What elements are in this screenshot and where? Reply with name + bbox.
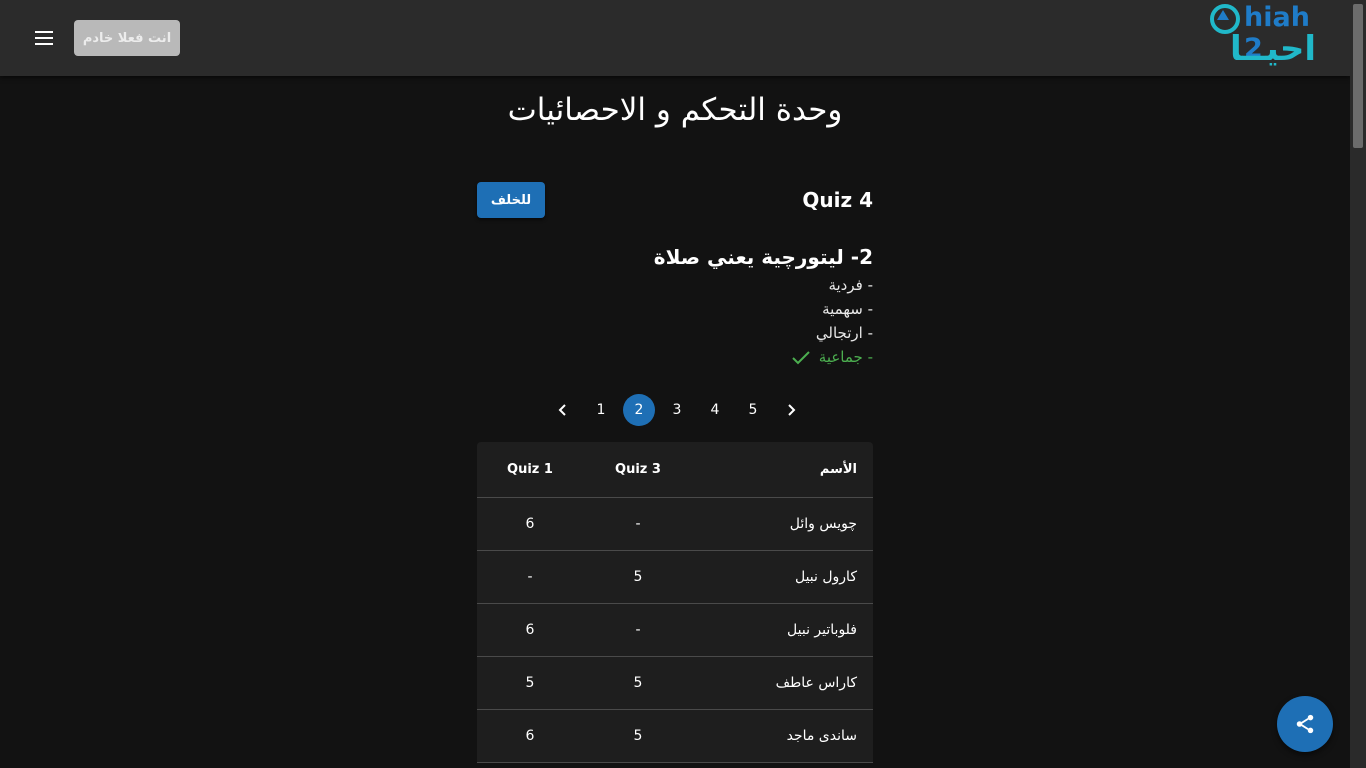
chevron-right-icon[interactable] [775, 394, 807, 426]
cell-quiz-3: 5 [633, 569, 643, 585]
cell-quiz-1: 6 [525, 516, 535, 532]
table-row: كاراس عاطف 5 5 [477, 657, 873, 710]
app-bar: انت فعلا خادم hiah 2 احيــا [0, 0, 1350, 76]
option-2: - سهمية [822, 300, 873, 318]
page-3[interactable]: 3 [661, 394, 693, 426]
cell-name: كارول نبيل [794, 569, 857, 585]
cell-quiz-1: - [527, 569, 533, 585]
page-2[interactable]: 2 [623, 394, 655, 426]
results-table: الأسم Quiz 3 Quiz 1 چويس وائل - 6 كارول … [477, 442, 873, 763]
option-3: - ارتجالي [815, 324, 873, 342]
cell-name: چويس وائل [789, 516, 857, 532]
cell-quiz-3: - [635, 516, 641, 532]
menu-icon[interactable] [28, 22, 60, 54]
logo[interactable]: hiah 2 احيــا [1208, 0, 1338, 72]
page-5[interactable]: 5 [737, 394, 769, 426]
cell-quiz-3: - [635, 622, 641, 638]
share-icon [1296, 714, 1314, 734]
cell-quiz-1: 6 [525, 622, 535, 638]
option-4-label: - جماعية [818, 348, 873, 366]
chevron-left-icon[interactable] [547, 394, 579, 426]
cell-quiz-3: 5 [633, 675, 643, 691]
cell-quiz-3: 5 [633, 728, 643, 744]
cell-quiz-1: 5 [525, 675, 535, 691]
logo-arabic-text: احيــا [1229, 29, 1317, 69]
scrollbar-thumb[interactable] [1353, 4, 1363, 148]
page-1[interactable]: 1 [585, 394, 617, 426]
cell-name: فلوباتير نبيل [787, 622, 857, 638]
pagination: 1 2 3 4 5 [544, 394, 810, 426]
cell-name: كاراس عاطف [775, 675, 857, 691]
quiz-title: Quiz 4 [802, 188, 873, 212]
servant-button[interactable]: انت فعلا خادم [74, 20, 180, 56]
option-4-correct: - جماعية [600, 348, 873, 366]
logo-triangle-icon [1217, 10, 1229, 20]
header-quiz-3[interactable]: Quiz 3 [583, 462, 693, 477]
share-button[interactable] [1277, 696, 1333, 752]
page-title: وحدة التحكم و الاحصائيات [507, 92, 843, 128]
cell-quiz-1: 6 [525, 728, 535, 744]
page-4[interactable]: 4 [699, 394, 731, 426]
option-1: - فردية [828, 276, 873, 294]
table-row: ساندى ماجد 5 6 [477, 710, 873, 763]
back-button[interactable]: للخلف [477, 182, 545, 218]
question-text: 2- ليتورچية يعني صلاة [653, 245, 873, 269]
table-row: كارول نبيل 5 - [477, 551, 873, 604]
cell-name: ساندى ماجد [786, 728, 857, 744]
page-scrollbar[interactable] [1350, 0, 1366, 768]
header-name[interactable]: الأسم [693, 462, 873, 477]
table-row: چويس وائل - 6 [477, 498, 873, 551]
table-row: فلوباتير نبيل - 6 [477, 604, 873, 657]
header-quiz-1[interactable]: Quiz 1 [477, 462, 583, 477]
table-header-row: الأسم Quiz 3 Quiz 1 [477, 442, 873, 498]
check-icon [792, 350, 810, 364]
